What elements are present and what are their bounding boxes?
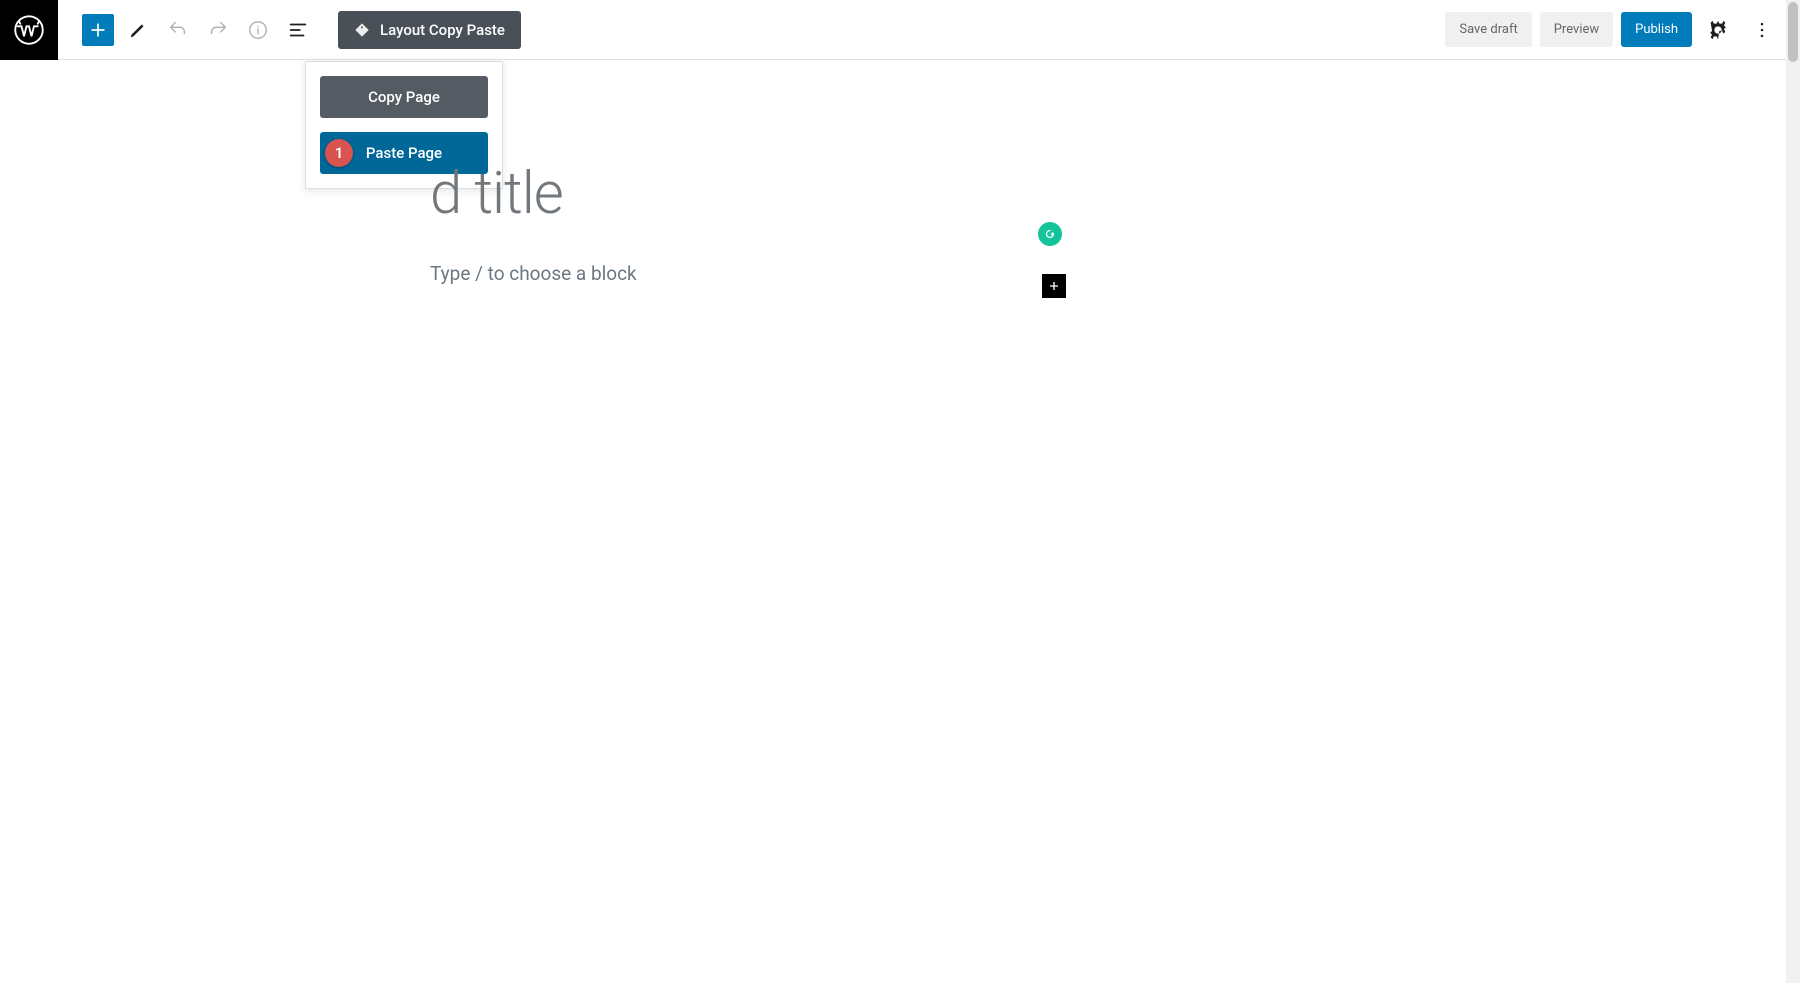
plus-icon	[88, 20, 108, 40]
editor-content: d title Type / to choose a block	[0, 60, 1800, 285]
editor-toolbar: Layout Copy Paste Save draft Preview Pub…	[0, 0, 1800, 60]
vertical-scrollbar[interactable]	[1786, 0, 1800, 983]
publish-button[interactable]: Publish	[1621, 12, 1692, 47]
wordpress-logo[interactable]	[0, 0, 58, 60]
toolbar-right: Save draft Preview Publish	[1445, 12, 1780, 48]
redo-icon	[207, 19, 229, 41]
wordpress-icon	[14, 15, 44, 45]
layout-copy-paste-label: Layout Copy Paste	[380, 21, 505, 39]
undo-button	[162, 14, 194, 46]
add-block-inline-button[interactable]	[1042, 274, 1066, 298]
post-title-input[interactable]: d title	[430, 160, 1800, 228]
settings-button[interactable]	[1700, 12, 1736, 48]
block-prompt[interactable]: Type / to choose a block	[430, 262, 1800, 285]
add-block-button[interactable]	[82, 14, 114, 46]
info-button[interactable]	[242, 14, 274, 46]
grammarly-badge[interactable]	[1038, 222, 1062, 246]
layout-copy-paste-button[interactable]: Layout Copy Paste	[338, 11, 521, 49]
list-icon	[287, 19, 309, 41]
tag-icon	[354, 22, 370, 38]
redo-button	[202, 14, 234, 46]
pencil-icon	[127, 19, 149, 41]
gear-icon	[1707, 19, 1729, 41]
grammarly-icon	[1043, 227, 1057, 241]
more-options-button[interactable]	[1744, 12, 1780, 48]
undo-icon	[167, 19, 189, 41]
more-vertical-icon	[1752, 20, 1772, 40]
edit-tool[interactable]	[122, 14, 154, 46]
toolbar-left: Layout Copy Paste	[82, 11, 521, 49]
info-icon	[247, 19, 269, 41]
plus-icon	[1046, 278, 1062, 294]
preview-button[interactable]: Preview	[1540, 12, 1613, 47]
save-draft-button[interactable]: Save draft	[1445, 12, 1531, 47]
outline-button[interactable]	[282, 14, 314, 46]
